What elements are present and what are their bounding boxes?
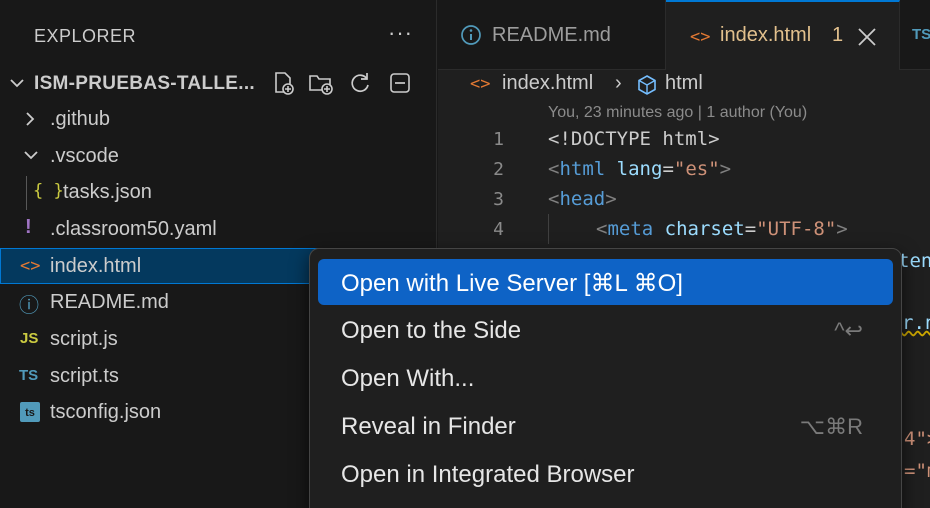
code-line: 2 <html lang="es"> (438, 156, 930, 186)
tree-item-label: index.html (50, 255, 142, 277)
explorer-title: EXPLORER (34, 26, 137, 46)
menu-item-label: Open With... (341, 365, 475, 392)
chevron-down-icon (24, 151, 38, 160)
tree-item-vscode[interactable]: .vscode (0, 138, 437, 174)
menu-item-label: Open to the Side (341, 317, 522, 344)
tree-item-label: .github (50, 108, 111, 130)
editor-tab-bar: README.md <> index.html 1 TS (438, 0, 930, 70)
tree-item-label: .vscode (50, 145, 119, 167)
tab-label: README.md (492, 24, 611, 46)
code-text: <meta charset="UTF-8"> (596, 218, 848, 240)
indent-guide (548, 214, 549, 244)
menu-item-open-live-server[interactable]: Open with Live Server [⌘L ⌘O] (318, 259, 893, 305)
breadcrumb-symbol[interactable]: html (665, 72, 703, 95)
line-number: 1 (493, 129, 504, 150)
js-file-icon: JS (20, 330, 39, 347)
tree-item-label: tasks.json (63, 181, 152, 203)
tree-item-github[interactable]: .github (0, 101, 437, 137)
chevron-right-icon (26, 112, 35, 126)
code-fragment: 4"> (904, 428, 930, 450)
workspace-folder-name: ISM-PRUEBAS-TALLE... (34, 73, 255, 94)
code-text: <!DOCTYPE html> (548, 128, 720, 150)
line-number: 3 (493, 189, 504, 210)
workspace-folder[interactable]: ISM-PRUEBAS-TALLE... (0, 64, 437, 102)
menu-item-label: Open with Live Server [⌘L ⌘O] (341, 270, 683, 297)
menu-item-open-integrated-browser[interactable]: Open in Integrated Browser (318, 451, 893, 497)
html-file-icon: <> (470, 74, 491, 94)
ts-file-icon: TS (19, 367, 39, 384)
menu-item-label: Reveal in Finder (341, 413, 516, 440)
json-file-icon: { } (33, 181, 64, 201)
new-folder-icon[interactable] (307, 70, 335, 96)
menu-item-open-with[interactable]: Open With... (318, 355, 893, 401)
tsconfig-file-icon: ts (20, 402, 40, 422)
context-menu: Open with Live Server [⌘L ⌘O] Open to th… (309, 248, 902, 508)
more-actions-icon[interactable]: ··· (388, 20, 413, 46)
code-text: <head> (548, 188, 617, 210)
symbol-element-icon (638, 75, 656, 95)
info-icon (461, 25, 481, 45)
tab-index-html[interactable]: <> index.html 1 (666, 0, 900, 70)
tree-item-label: README.md (50, 291, 169, 313)
code-line: 4 <meta charset="UTF-8"> (438, 216, 930, 246)
tree-item-classroom50-yaml[interactable]: ! .classroom50.yaml (0, 211, 437, 247)
tree-item-index-html[interactable]: <> index.html (0, 248, 330, 284)
tree-item-label: .classroom50.yaml (50, 218, 217, 240)
new-file-icon[interactable] (270, 70, 296, 96)
git-blame-annotation[interactable]: You, 23 minutes ago | 1 author (You) (548, 104, 807, 122)
code-line: 3 <head> (438, 186, 930, 216)
tree-item-tasks-json[interactable]: { } tasks.json (0, 174, 437, 210)
menu-item-shortcut: ^↩ (834, 318, 863, 343)
breadcrumb-file[interactable]: index.html (502, 72, 593, 95)
tree-item-label: script.ts (50, 365, 119, 387)
menu-item-shortcut: ⌥⌘R (799, 414, 863, 439)
tab-readme[interactable]: README.md (438, 0, 666, 70)
chevron-down-icon (10, 79, 24, 88)
tab-ts-file[interactable]: TS (900, 0, 930, 70)
explorer-header: EXPLORER ··· (0, 0, 437, 70)
problem-count-badge: 1 (832, 24, 844, 46)
collapse-all-icon[interactable] (387, 70, 413, 96)
code-fragment: r.n (902, 312, 930, 334)
menu-item-label: Open in Integrated Browser (341, 461, 635, 488)
html-file-icon: <> (690, 27, 711, 47)
tab-label: index.html (720, 24, 812, 46)
breadcrumb-separator: › (615, 72, 622, 94)
breadcrumb: <> index.html › html (438, 70, 930, 100)
code-line: 1 <!DOCTYPE html> (438, 126, 930, 156)
line-number: 4 (493, 219, 504, 240)
tree-item-label: tsconfig.json (50, 401, 162, 423)
ts-file-icon: TS (912, 26, 930, 43)
code-fragment: ="m (904, 460, 930, 482)
close-icon[interactable] (856, 26, 878, 48)
menu-item-reveal-in-finder[interactable]: Reveal in Finder ⌥⌘R (318, 403, 893, 449)
info-icon: ⓘ (19, 295, 39, 317)
menu-item-open-to-side[interactable]: Open to the Side ^↩ (318, 307, 893, 353)
tree-item-label: script.js (50, 328, 118, 350)
code-fragment: ten (898, 250, 930, 272)
yaml-file-icon: ! (25, 216, 32, 238)
html-file-icon: <> (20, 256, 41, 276)
line-number: 2 (493, 159, 504, 180)
code-text: <html lang="es"> (548, 158, 732, 180)
refresh-icon[interactable] (347, 70, 373, 96)
